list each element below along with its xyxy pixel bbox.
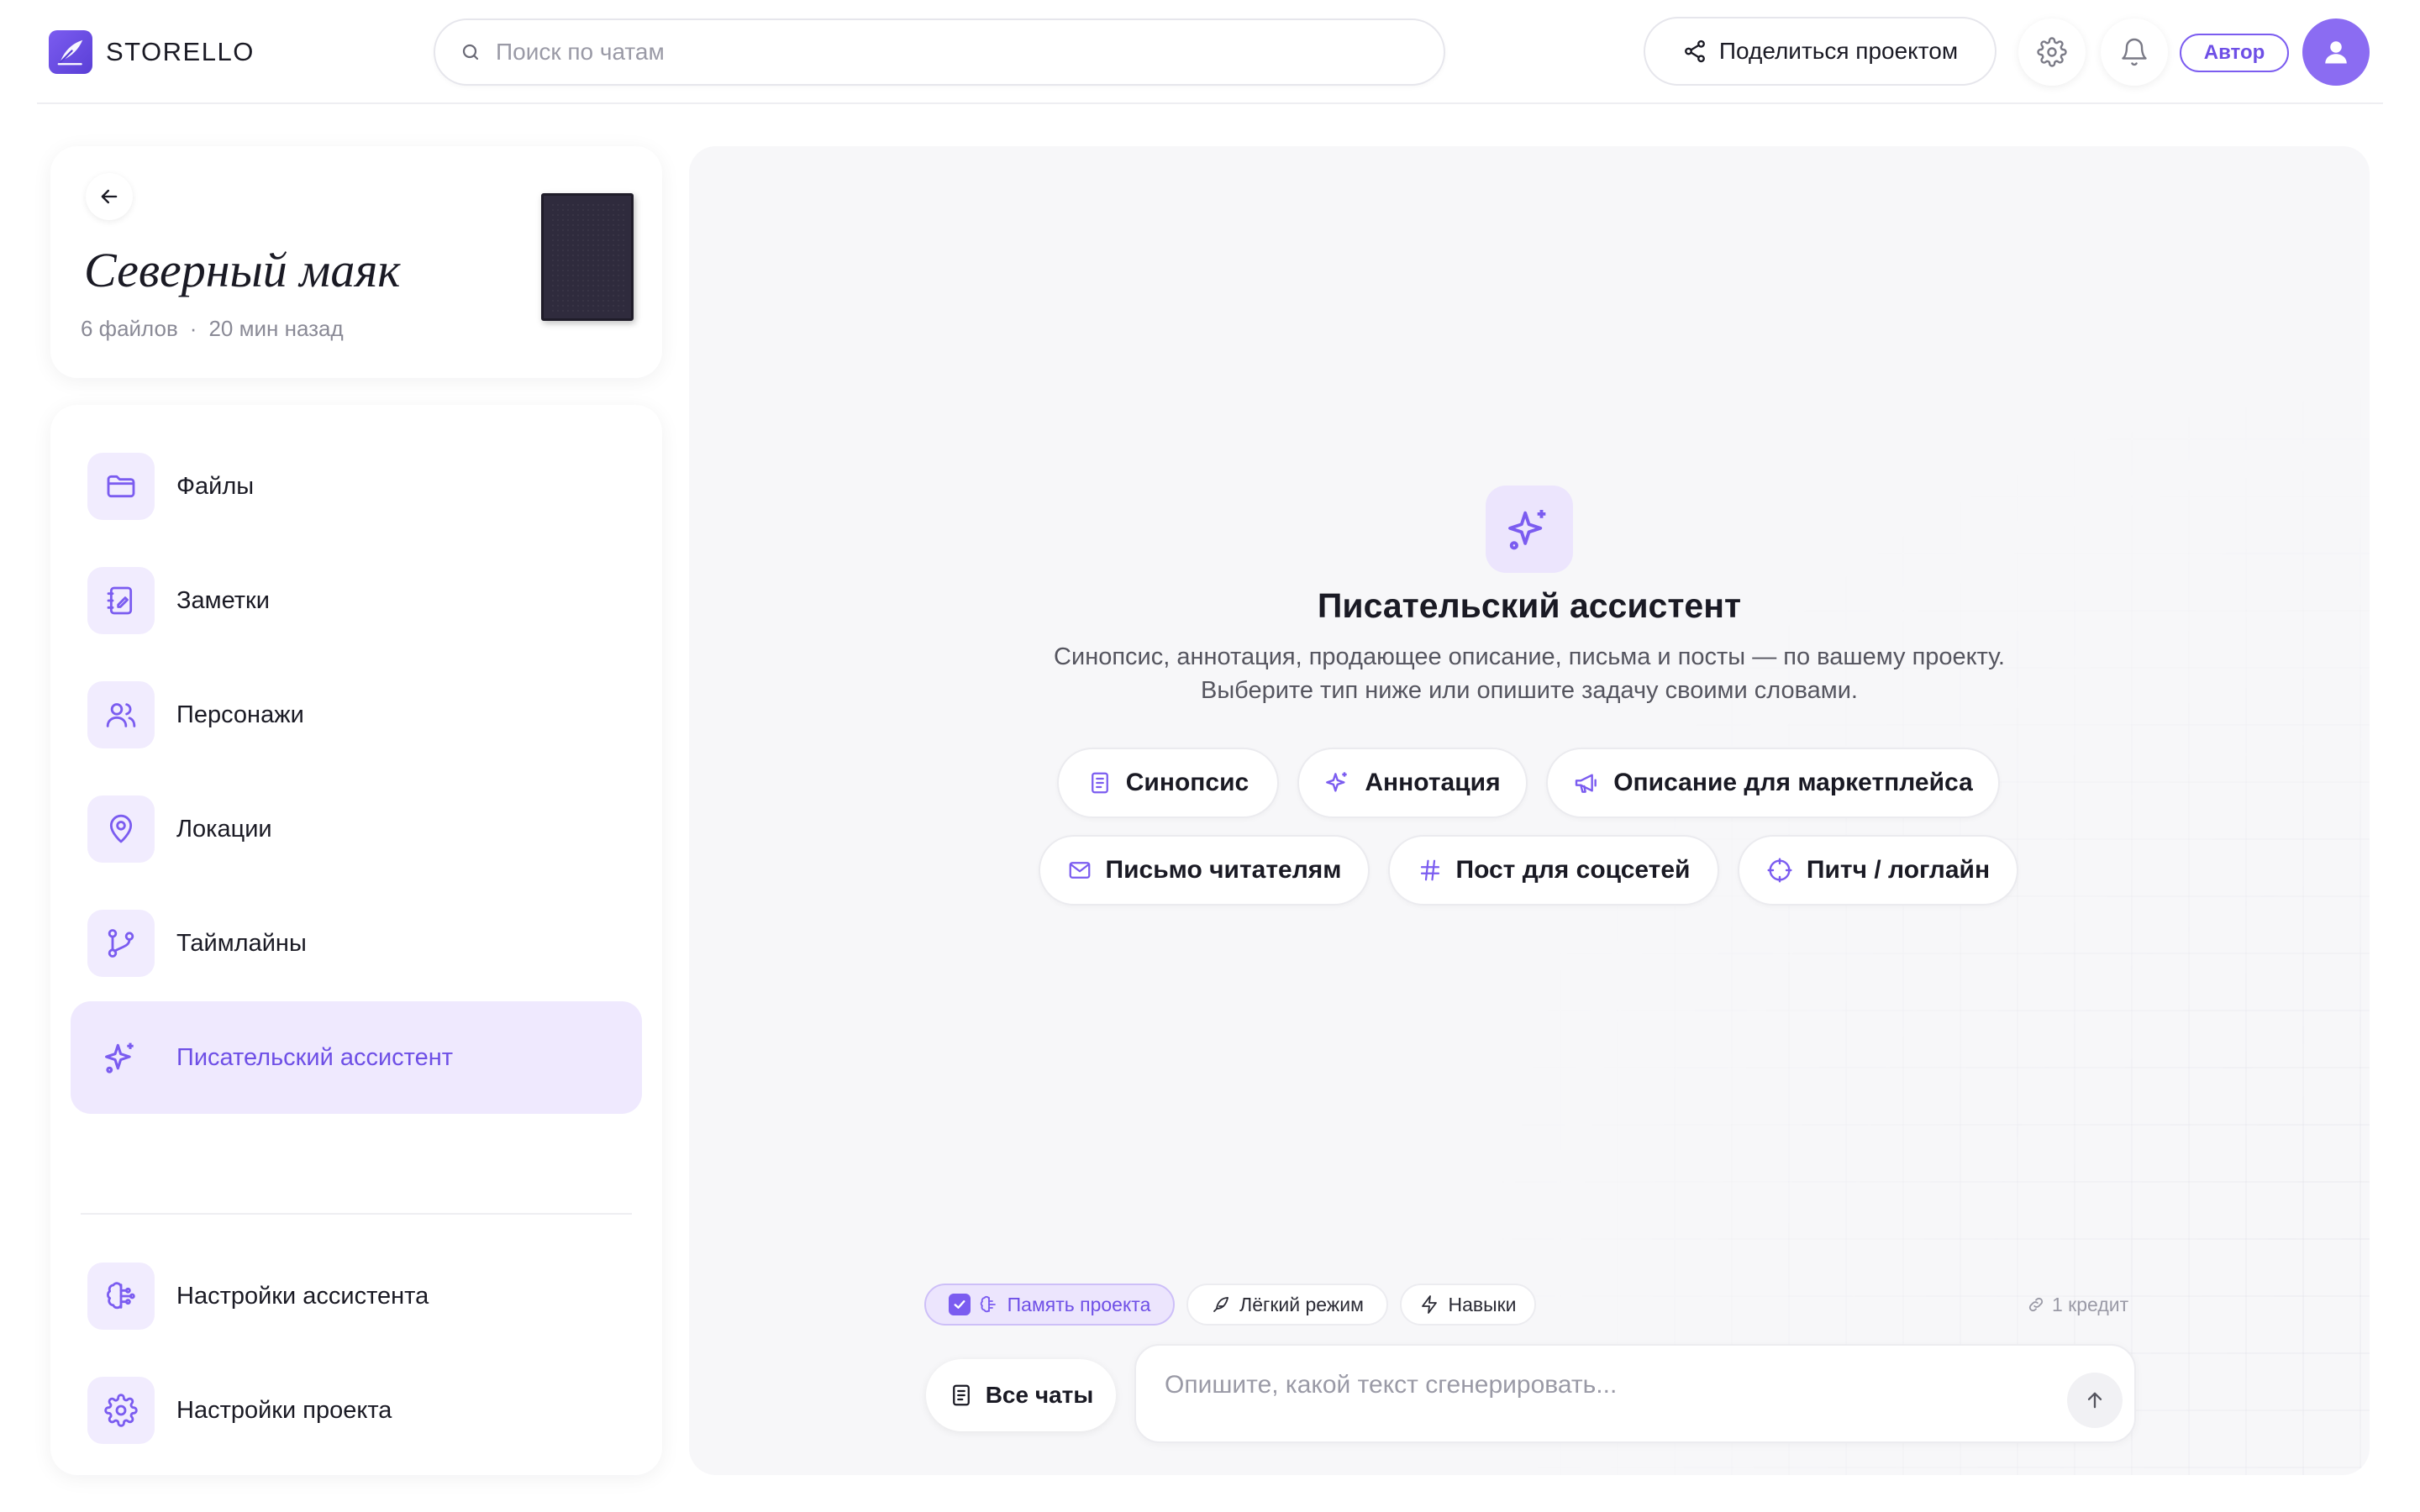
- sidebar-item-label: Таймлайны: [176, 929, 307, 957]
- project-meta: 6 файлов · 20 мин назад: [81, 316, 344, 342]
- sidebar-nav: Файлы Заметки Персонажи Локации Таймлайн…: [50, 405, 662, 1475]
- gear-icon: [87, 1377, 155, 1444]
- suggestion-label: Синопсис: [1125, 769, 1249, 796]
- feather-icon: [1213, 1297, 1228, 1312]
- sidebar-item-label: Заметки: [176, 586, 270, 614]
- assistant-subtitle: Синопсис, аннотация, продающее описание,…: [1054, 643, 2005, 670]
- search-input[interactable]: [496, 39, 1420, 66]
- suggestion-synopsis[interactable]: Синопсис: [1057, 748, 1279, 818]
- message-input[interactable]: [1165, 1371, 2039, 1421]
- background-grid: [1445, 381, 2370, 1475]
- sidebar-item-writing-assistant[interactable]: Писательский ассистент: [71, 1001, 642, 1114]
- assistant-panel: Писательский ассистент Синопсис, аннотац…: [689, 146, 2370, 1475]
- message-composer[interactable]: [1134, 1344, 2136, 1443]
- lightning-icon: [1422, 1295, 1438, 1314]
- role-badge[interactable]: Автор: [2180, 34, 2289, 72]
- suggestion-label: Описание для маркетплейса: [1613, 769, 1973, 796]
- brain-icon: [980, 1295, 996, 1313]
- check-icon: [954, 1300, 965, 1309]
- book-cover[interactable]: [541, 193, 634, 321]
- user-icon: [2325, 41, 2347, 64]
- sparkles-icon: [1486, 486, 1573, 573]
- project-card: Северный маяк 6 файлов · 20 мин назад: [50, 146, 662, 378]
- all-chats-label: Все чаты: [985, 1382, 1094, 1408]
- users-icon: [87, 681, 155, 748]
- skills-toggle[interactable]: Навыки: [1400, 1284, 1536, 1326]
- files-count: 6 файлов: [81, 316, 178, 341]
- assistant-subtitle-2: Выберите тип ниже или опишите задачу сво…: [1200, 677, 1858, 704]
- toggle-label: Память проекта: [1007, 1293, 1151, 1315]
- sidebar-item-notes[interactable]: Заметки: [71, 544, 642, 657]
- avatar[interactable]: [2302, 18, 2370, 86]
- map-pin-icon: [87, 795, 155, 863]
- sidebar-item-label: Настройки ассистента: [176, 1282, 429, 1310]
- sidebar-item-label: Файлы: [176, 472, 255, 500]
- app-name: STORELLO: [106, 37, 255, 66]
- sparkles-icon: [87, 1024, 155, 1091]
- megaphone-icon: [1575, 774, 1597, 793]
- sidebar-item-project-settings[interactable]: Настройки проекта: [71, 1354, 642, 1467]
- project-title: Северный маяк: [84, 243, 401, 297]
- notifications-button[interactable]: [2101, 18, 2168, 86]
- suggestion-label: Пост для соцсетей: [1455, 856, 1691, 884]
- suggestion-label: Письмо читателям: [1105, 856, 1342, 884]
- target-icon: [1767, 858, 1792, 883]
- header-divider: [37, 102, 2383, 104]
- settings-button[interactable]: [2018, 18, 2086, 86]
- light-mode-toggle[interactable]: Лёгкий режим: [1186, 1284, 1388, 1326]
- gear-icon: [2037, 37, 2067, 67]
- assistant-title: Писательский ассистент: [1317, 586, 1742, 625]
- hash-icon: [1420, 859, 1439, 881]
- git-branch-icon: [87, 910, 155, 977]
- suggestion-annotation[interactable]: Аннотация: [1297, 748, 1528, 818]
- checkbox[interactable]: [948, 1294, 971, 1315]
- sidebar-item-files[interactable]: Файлы: [71, 430, 642, 543]
- sidebar-item-label: Писательский ассистент: [176, 1043, 454, 1071]
- arrow-left-icon: [101, 189, 118, 204]
- sidebar-item-characters[interactable]: Персонажи: [71, 659, 642, 771]
- sidebar-divider: [81, 1213, 632, 1215]
- send-button[interactable]: [2067, 1373, 2123, 1428]
- sidebar-item-label: Локации: [176, 815, 272, 843]
- toggle-label: Лёгкий режим: [1239, 1293, 1364, 1315]
- sidebar-item-label: Персонажи: [176, 701, 304, 728]
- toggle-label: Навыки: [1448, 1293, 1517, 1315]
- search-bar[interactable]: [434, 18, 1445, 86]
- suggestion-pitch-logline[interactable]: Питч / логлайн: [1738, 835, 2018, 906]
- suggestion-label: Аннотация: [1365, 769, 1501, 796]
- meta-separator: ·: [189, 316, 197, 341]
- sidebar-item-locations[interactable]: Локации: [71, 773, 642, 885]
- project-memory-toggle[interactable]: Память проекта: [924, 1284, 1175, 1326]
- suggestion-marketplace-description[interactable]: Описание для маркетплейса: [1546, 748, 2000, 818]
- sparkles-icon: [1326, 772, 1348, 792]
- link-icon: [2028, 1297, 2044, 1312]
- share-project-label: Поделиться проектом: [1718, 38, 1959, 64]
- document-icon: [1091, 772, 1108, 794]
- brain-icon: [87, 1263, 155, 1330]
- suggestion-social-post[interactable]: Пост для соцсетей: [1388, 835, 1719, 906]
- quill-icon: [49, 30, 92, 74]
- credit-counter: 1 кредит: [2027, 1284, 2128, 1326]
- bell-icon: [2122, 38, 2147, 66]
- sidebar-item-label: Настройки проекта: [176, 1396, 392, 1424]
- all-chats-button[interactable]: Все чаты: [926, 1359, 1116, 1431]
- mail-icon: [1069, 862, 1090, 879]
- suggestion-label: Питч / логлайн: [1806, 856, 1991, 884]
- top-bar: STORELLO Поделиться проектом Автор: [0, 0, 2420, 104]
- share-project-button[interactable]: Поделиться проектом: [1644, 17, 1996, 86]
- notepad-icon: [952, 1384, 970, 1406]
- sidebar-item-assistant-settings[interactable]: Настройки ассистента: [71, 1240, 642, 1352]
- folder-icon: [87, 453, 155, 520]
- arrow-up-icon: [2087, 1392, 2102, 1409]
- suggestion-reader-letter[interactable]: Письмо читателям: [1039, 835, 1370, 906]
- sidebar-item-timelines[interactable]: Таймлайны: [71, 887, 642, 1000]
- app-logo[interactable]: STORELLO: [49, 30, 255, 74]
- share-icon: [1684, 39, 1705, 63]
- credit-label: 1 кредит: [2052, 1293, 2129, 1315]
- back-button[interactable]: [86, 173, 133, 220]
- notebook-icon: [87, 567, 155, 634]
- updated-time: 20 мин назад: [208, 316, 344, 341]
- search-icon: [462, 44, 479, 60]
